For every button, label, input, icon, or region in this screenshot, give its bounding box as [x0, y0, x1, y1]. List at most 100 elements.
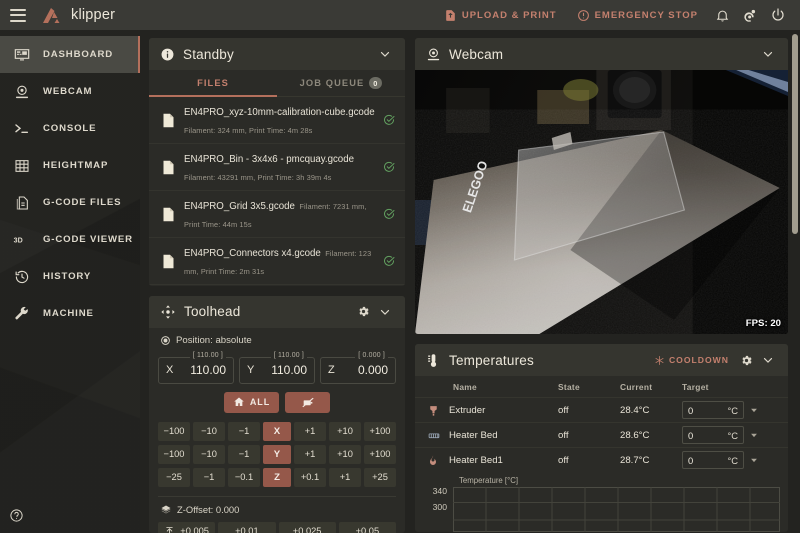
move-y-minus-10[interactable]: −10 — [193, 444, 225, 464]
zoffset-up-0-005-label: +0.005 — [180, 526, 209, 533]
file-list-item[interactable]: EN4PRO_Bin - 3x4x6 - pmcquay.gcode Filam… — [149, 144, 405, 191]
temperature-row-extruder[interactable]: Extruder off 28.4°C 0 °C — [415, 397, 788, 422]
tab-job-queue[interactable]: JOB QUEUE 0 — [277, 70, 405, 96]
gear-icon — [742, 7, 758, 23]
arrow-up-bar-icon — [164, 526, 175, 533]
move-z-plus-25[interactable]: +25 — [364, 467, 396, 487]
toolhead-body: Position: absolute [ 110.00 ] X 110.00 [… — [149, 328, 405, 533]
flame-icon — [427, 454, 449, 467]
file-list-item[interactable]: EN4PRO_Grid 3x5.gcode Filament: 7231 mm,… — [149, 191, 405, 238]
caret-down-icon[interactable] — [744, 405, 764, 415]
status-title: Standby — [183, 46, 234, 62]
page-scrollbar[interactable] — [792, 30, 798, 533]
upload-and-print-button[interactable]: UPLOAD & PRINT — [434, 9, 567, 22]
move-x-plus-10[interactable]: +10 — [329, 421, 361, 441]
toolhead-icon — [160, 304, 176, 320]
file-list-item[interactable]: EN4PRO_ELEGOO Neptune 4 Pro TILTED Z… Fi… — [149, 285, 405, 286]
move-z-minus-0-1[interactable]: −0.1 — [228, 467, 260, 487]
cooldown-label: COOLDOWN — [668, 355, 729, 365]
caret-down-icon[interactable] — [744, 430, 764, 440]
sidebar-item-gcode-viewer[interactable]: 3D G-CODE VIEWER — [0, 221, 140, 258]
temperature-unit: °C — [727, 454, 738, 466]
3d-icon: 3D — [11, 234, 33, 246]
position-value-y: 110.00 — [271, 363, 307, 378]
sidebar-item-label: DASHBOARD — [43, 49, 114, 60]
caret-down-icon[interactable] — [744, 455, 764, 465]
move-z-minus-25[interactable]: −25 — [158, 467, 190, 487]
snowflake-icon — [654, 355, 665, 366]
zoffset-up-0-005[interactable]: +0.005 — [158, 521, 216, 533]
position-field-y[interactable]: [ 110.00 ] Y 110.00 — [239, 351, 315, 384]
temperature-row-heater-bed[interactable]: Heater Bed off 28.6°C 0 °C — [415, 422, 788, 447]
home-axis-z-button[interactable]: Z — [263, 467, 291, 487]
help-button[interactable] — [9, 508, 24, 523]
sidebar-item-label: G-CODE FILES — [43, 197, 122, 208]
motors-off-button[interactable] — [285, 391, 331, 413]
right-column: Webcam ELEGOO FPS: 20 Temperatures COOLD… — [415, 38, 788, 533]
move-z-plus-1[interactable]: +1 — [329, 467, 361, 487]
move-z-plus-0-1[interactable]: +0.1 — [294, 467, 326, 487]
temperature-unit: °C — [727, 404, 738, 416]
webcam-stream[interactable]: ELEGOO FPS: 20 — [415, 70, 788, 334]
zoffset-up-row: +0.005 +0.01 +0.025 +0.05 — [158, 521, 396, 533]
sidebar-item-dashboard[interactable]: DASHBOARD — [0, 36, 140, 73]
zoffset-up-0-05[interactable]: +0.05 — [338, 521, 396, 533]
move-y-plus-100[interactable]: +100 — [364, 444, 396, 464]
temperature-name: Heater Bed1 — [449, 454, 503, 466]
scrollbar-thumb[interactable] — [792, 34, 798, 234]
temperature-row-heater-bed1[interactable]: Heater Bed1 off 28.7°C 0 °C — [415, 447, 788, 472]
move-y-plus-1[interactable]: +1 — [294, 444, 326, 464]
move-y-minus-1[interactable]: −1 — [228, 444, 260, 464]
hamburger-icon[interactable] — [10, 8, 26, 22]
temperature-target-input[interactable]: 0 °C — [682, 401, 744, 419]
file-icon — [160, 113, 176, 128]
left-column: Standby FILES JOB QUEUE 0 EN4PRO_xyz-10m… — [149, 38, 405, 533]
file-list-item[interactable]: EN4PRO_Connectors x4.gcode Filament: 123… — [149, 238, 405, 285]
bed-icon — [427, 429, 449, 442]
zoffset-up-0-025[interactable]: +0.025 — [278, 521, 336, 533]
move-y-plus-10[interactable]: +10 — [329, 444, 361, 464]
move-x-minus-100[interactable]: −100 — [158, 421, 190, 441]
home-axis-y-button[interactable]: Y — [263, 444, 291, 464]
file-list-item[interactable]: EN4PRO_xyz-10mm-calibration-cube.gcode F… — [149, 97, 405, 144]
toolhead-collapse-button[interactable] — [374, 301, 396, 323]
sidebar-item-machine[interactable]: MACHINE — [0, 295, 140, 332]
zoffset-up-0-01[interactable]: +0.01 — [218, 521, 276, 533]
position-field-x[interactable]: [ 110.00 ] X 110.00 — [158, 351, 234, 384]
temperature-unit: °C — [727, 429, 738, 441]
temperature-target-cell: 0 °C — [682, 401, 778, 419]
toolhead-settings-button[interactable] — [352, 301, 374, 323]
top-app-bar: klipper UPLOAD & PRINT EMERGENCY STOP — [0, 0, 800, 30]
temperature-target-input[interactable]: 0 °C — [682, 451, 744, 469]
power-button[interactable] — [764, 1, 792, 29]
settings-button[interactable] — [736, 1, 764, 29]
cooldown-button[interactable]: COOLDOWN — [654, 355, 729, 366]
sidebar-item-gcode-files[interactable]: G-CODE FILES — [0, 184, 140, 221]
sidebar-item-console[interactable]: CONSOLE — [0, 110, 140, 147]
sidebar-item-heightmap[interactable]: HEIGHTMAP — [0, 147, 140, 184]
home-all-button[interactable]: ALL — [223, 391, 280, 413]
move-x-plus-1[interactable]: +1 — [294, 421, 326, 441]
position-field-z[interactable]: [ 0.000 ] Z 0.000 — [320, 351, 396, 384]
file-name: EN4PRO_Bin - 3x4x6 - pmcquay.gcode — [184, 154, 354, 165]
column-state: State — [558, 381, 580, 392]
move-y-minus-100[interactable]: −100 — [158, 444, 190, 464]
move-x-plus-100[interactable]: +100 — [364, 421, 396, 441]
temperatures-settings-button[interactable] — [735, 349, 757, 371]
emergency-stop-button[interactable]: EMERGENCY STOP — [567, 9, 708, 22]
tab-files[interactable]: FILES — [149, 70, 277, 97]
sidebar-item-webcam[interactable]: WEBCAM — [0, 73, 140, 110]
temperatures-collapse-button[interactable] — [757, 349, 779, 371]
move-z-minus-1[interactable]: −1 — [193, 467, 225, 487]
status-collapse-button[interactable] — [374, 43, 396, 65]
temperature-chart: Temperature [°C] 340 300 — [415, 472, 788, 532]
home-axis-x-button[interactable]: X — [263, 421, 291, 441]
webcam-collapse-button[interactable] — [757, 43, 779, 65]
temperature-target-input[interactable]: 0 °C — [682, 426, 744, 444]
svg-text:3D: 3D — [14, 237, 23, 244]
sidebar-item-history[interactable]: HISTORY — [0, 258, 140, 295]
notifications-button[interactable] — [708, 1, 736, 29]
move-x-minus-10[interactable]: −10 — [193, 421, 225, 441]
job-queue-badge: 0 — [369, 77, 383, 89]
move-x-minus-1[interactable]: −1 — [228, 421, 260, 441]
